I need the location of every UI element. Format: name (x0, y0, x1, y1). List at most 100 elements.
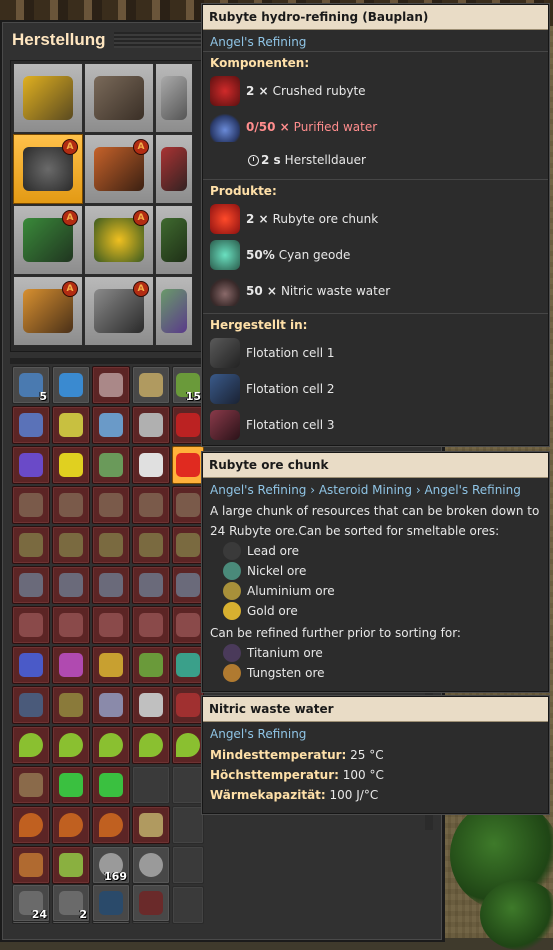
recipe-slot[interactable] (172, 646, 204, 684)
recipe-slot[interactable] (12, 606, 50, 644)
recipe-slot[interactable] (12, 406, 50, 444)
recipe-slot[interactable]: 2 (52, 884, 90, 922)
recipe-slot[interactable] (92, 486, 130, 524)
craft-time-value: 2 s (261, 153, 281, 167)
recipe-slot[interactable] (132, 526, 170, 564)
recipe-slot[interactable] (132, 726, 170, 764)
recipe-slot[interactable] (12, 846, 50, 884)
recipe-slot[interactable] (52, 726, 90, 764)
recipe-slot[interactable] (92, 686, 130, 724)
recipe-slot[interactable] (12, 806, 50, 844)
tab-angels-petrochem[interactable] (155, 134, 193, 204)
product-qty: 50 × (246, 284, 277, 298)
recipe-slot[interactable] (92, 646, 130, 684)
tab-angels-refining[interactable]: A (13, 134, 83, 204)
recipe-slot[interactable] (132, 806, 170, 844)
recipe-slot[interactable] (172, 686, 204, 724)
recipe-slot[interactable] (52, 566, 90, 604)
recipe-slot[interactable] (92, 566, 130, 604)
tab-angels-bio[interactable]: A (13, 205, 83, 275)
recipe-slot[interactable] (12, 446, 50, 484)
machine-name: Flotation cell 1 (246, 346, 335, 360)
recipe-slot[interactable] (52, 606, 90, 644)
recipe-slot[interactable] (12, 566, 50, 604)
recipe-slot[interactable] (12, 486, 50, 524)
recipe-slot[interactable] (92, 406, 130, 444)
recipe-slot[interactable] (52, 486, 90, 524)
recipe-slot[interactable] (52, 526, 90, 564)
recipe-slot[interactable] (132, 406, 170, 444)
sorting-icon (59, 613, 83, 637)
drop-icon (99, 733, 123, 757)
recipe-slot[interactable]: 5 (12, 366, 50, 404)
recipe-slot[interactable] (12, 686, 50, 724)
recipe-slot[interactable] (172, 486, 204, 524)
recipe-slot[interactable] (52, 686, 90, 724)
empty-slot (172, 886, 204, 924)
tab-angels-logistics[interactable]: A (84, 276, 154, 346)
product-qty: 50% (246, 248, 275, 262)
machine-name: Flotation cell 3 (246, 418, 335, 432)
recipe-slot[interactable] (92, 606, 130, 644)
recipe-slot[interactable] (172, 566, 204, 604)
sorting-icon (139, 573, 163, 597)
sorting-icon (176, 613, 200, 637)
made-in-row: Flotation cell 2 (203, 371, 548, 407)
recipe-slot[interactable] (92, 446, 130, 484)
recipe-slot[interactable] (132, 686, 170, 724)
recipe-slot[interactable] (132, 606, 170, 644)
ore-row: Tungsten ore (203, 663, 548, 683)
tab-angels-farming[interactable] (155, 205, 193, 275)
ring-icon (139, 853, 163, 877)
recipe-slot-selected[interactable] (172, 446, 204, 484)
sorting-icon (19, 493, 43, 517)
recipe-slot[interactable] (92, 884, 130, 922)
recipe-slot[interactable] (132, 566, 170, 604)
tab-production[interactable] (84, 63, 154, 133)
recipe-slot[interactable] (132, 846, 170, 884)
ore-name: Aluminium ore (247, 584, 335, 598)
recipe-slot[interactable] (132, 646, 170, 684)
recipe-slot[interactable] (92, 806, 130, 844)
recipe-slot[interactable] (52, 446, 90, 484)
recipe-slot[interactable] (52, 366, 90, 404)
tab-logistics[interactable] (13, 63, 83, 133)
recipe-slot[interactable] (12, 766, 50, 804)
recipe-slot[interactable]: 169 (92, 846, 130, 884)
recipe-slot[interactable] (172, 726, 204, 764)
recipe-slot[interactable] (12, 646, 50, 684)
ingredient-row: 2 × Crushed rubyte (203, 73, 548, 109)
recipe-slot[interactable] (172, 406, 204, 444)
tab-angels-vehicles[interactable]: A (13, 276, 83, 346)
recipe-slot[interactable] (52, 846, 90, 884)
tab-angels-smelting[interactable]: A (84, 134, 154, 204)
recipe-slot[interactable] (52, 646, 90, 684)
tab-angels-bioprocessing[interactable]: A (84, 205, 154, 275)
recipe-slot[interactable] (52, 406, 90, 444)
window-drag-handle[interactable] (114, 32, 204, 48)
recipe-slot[interactable] (52, 806, 90, 844)
recipe-slot[interactable] (132, 366, 170, 404)
recipe-slot[interactable] (12, 526, 50, 564)
recipe-slot[interactable] (52, 766, 90, 804)
recipe-slot[interactable]: 15 (172, 366, 204, 404)
recipe-slot[interactable] (132, 884, 170, 922)
ingredient-qty: 0/50 × (246, 120, 290, 134)
recipe-slot[interactable] (92, 526, 130, 564)
item-tooltip-title: Rubyte ore chunk (203, 453, 548, 478)
tab-intermediates[interactable] (155, 63, 193, 133)
recipe-slot[interactable] (92, 726, 130, 764)
recipe-slot[interactable] (12, 726, 50, 764)
recipe-slot[interactable] (172, 606, 204, 644)
rubyte-hydro-refining-icon (176, 453, 200, 477)
nitric-waste-water-icon (210, 276, 240, 306)
recipe-slot[interactable] (132, 486, 170, 524)
recipe-slot[interactable] (132, 446, 170, 484)
recipe-slot[interactable] (172, 526, 204, 564)
ore-name: Nickel ore (247, 564, 307, 578)
recipe-slot[interactable]: 24 (12, 884, 50, 922)
flotation-cell-1-icon (210, 338, 240, 368)
recipe-slot[interactable] (92, 766, 130, 804)
tab-angels-components[interactable] (155, 276, 193, 346)
recipe-slot[interactable] (92, 366, 130, 404)
